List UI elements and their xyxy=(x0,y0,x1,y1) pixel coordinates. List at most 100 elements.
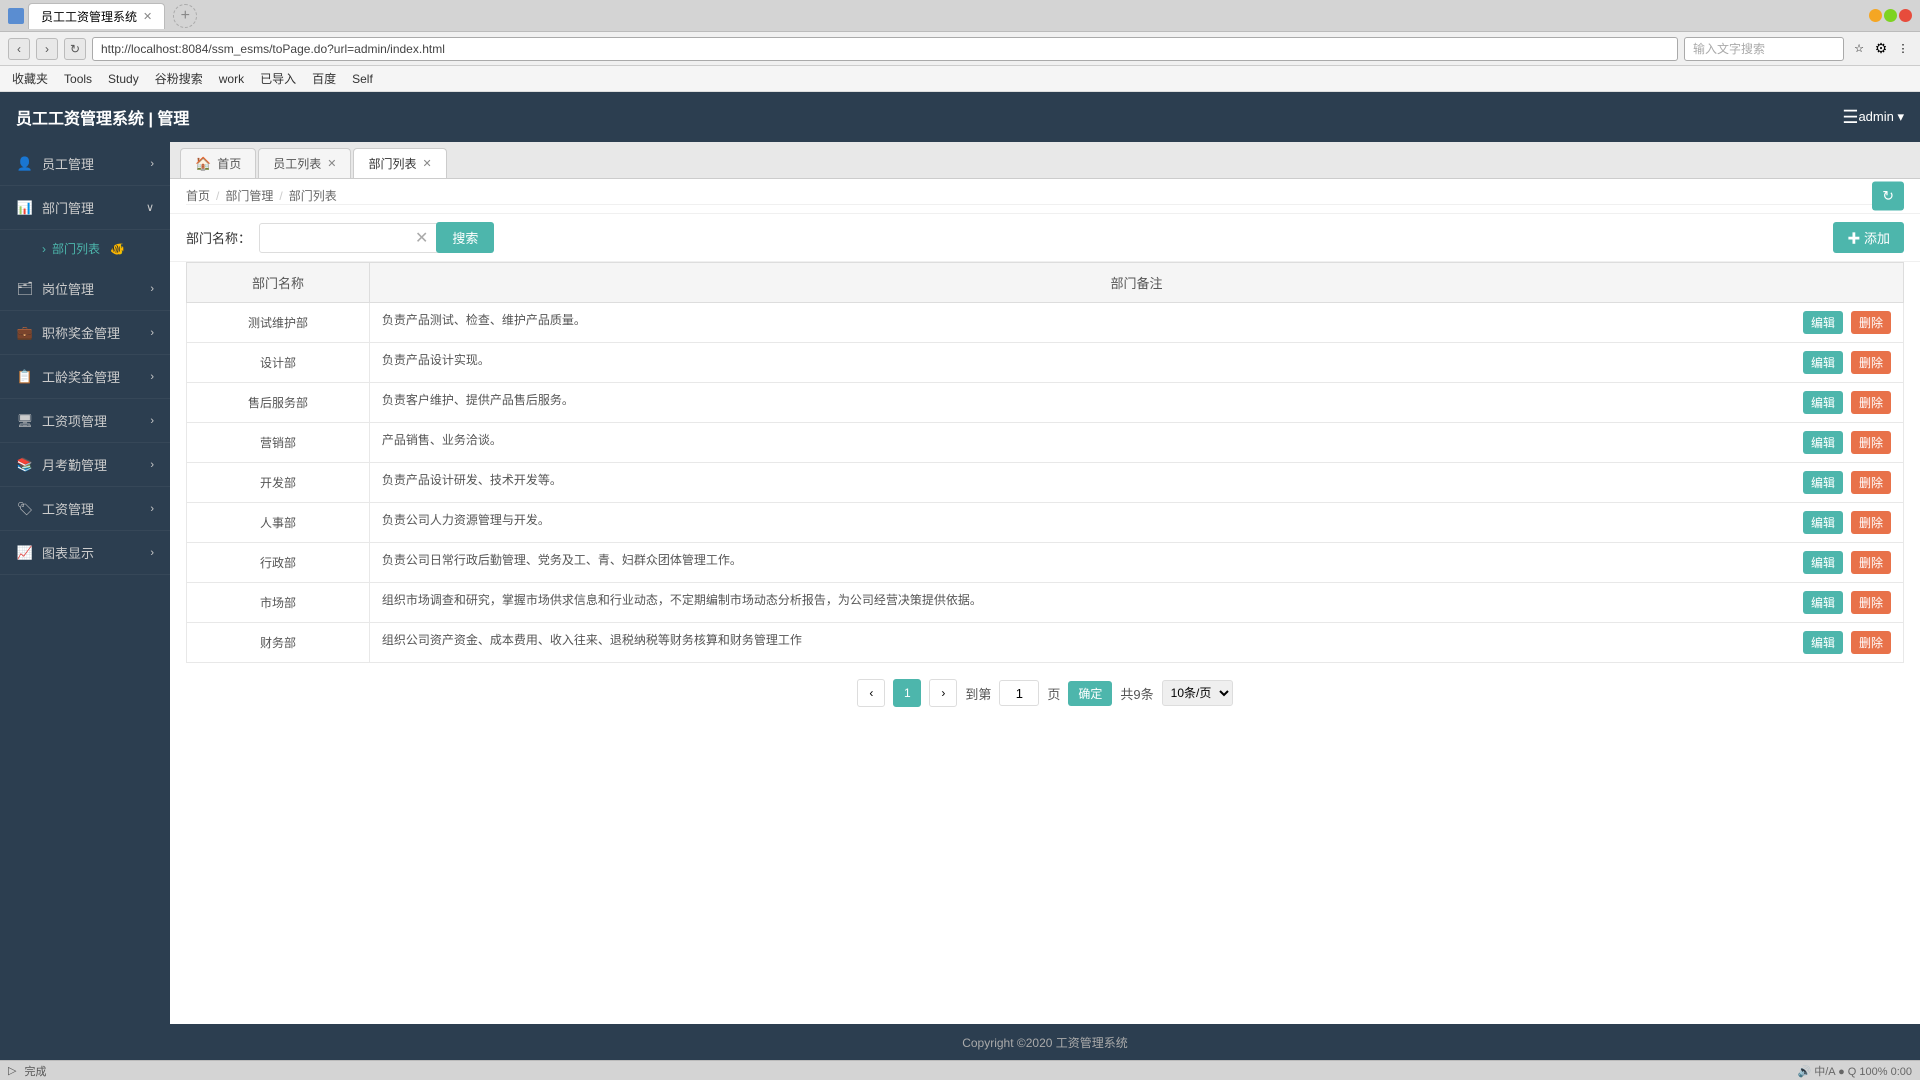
edit-button[interactable]: 编辑 xyxy=(1803,551,1843,574)
delete-button[interactable]: 删除 xyxy=(1851,471,1891,494)
bookmarks-bar: 收藏夹 Tools Study 谷粉搜索 work 已导入 百度 Self xyxy=(0,66,1920,92)
sidebar-item-position[interactable]: 🗂 岗位管理 › xyxy=(0,267,170,311)
app-tabs-bar: 🏠 首页 员工列表 ✕ 部门列表 ✕ xyxy=(170,142,1920,179)
refresh-button[interactable]: ↻ xyxy=(64,38,86,60)
hamburger-menu-icon[interactable]: ☰ xyxy=(1842,107,1858,128)
dept-note-cell: 负责公司人力资源管理与开发。编辑删除 xyxy=(369,503,1903,543)
row-actions: 编辑删除 xyxy=(1803,471,1891,494)
sidebar: 👤 员工管理 › 📊 部门管理 ∨ › 部门列表 🐠 🗂 岗位管理 › 💼 xyxy=(0,142,170,1060)
sidebar-item-age-award[interactable]: 📋 工龄奖金管理 › xyxy=(0,355,170,399)
user-menu[interactable]: admin ▾ xyxy=(1858,109,1904,125)
edit-button[interactable]: 编辑 xyxy=(1803,431,1843,454)
settings-icon[interactable]: ⚙ xyxy=(1872,40,1890,58)
edit-button[interactable]: 编辑 xyxy=(1803,351,1843,374)
app-body: 👤 员工管理 › 📊 部门管理 ∨ › 部门列表 🐠 🗂 岗位管理 › 💼 xyxy=(0,142,1920,1060)
delete-button[interactable]: 删除 xyxy=(1851,311,1891,334)
dept-note-cell: 组织市场调查和研究，掌握市场供求信息和行业动态，不定期编制市场动态分析报告，为公… xyxy=(369,583,1903,623)
per-page-select[interactable]: 10条/页 xyxy=(1162,680,1233,706)
page-label: 页 xyxy=(1047,684,1060,703)
sidebar-item-dept[interactable]: 📊 部门管理 ∨ xyxy=(0,186,170,230)
bookmark-label: Self xyxy=(352,72,373,86)
minimize-button[interactable] xyxy=(1869,9,1882,22)
delete-button[interactable]: 删除 xyxy=(1851,631,1891,654)
sidebar-item-attendance[interactable]: 📚 月考勤管理 › xyxy=(0,443,170,487)
sidebar-subitem-dept-list[interactable]: › 部门列表 🐠 xyxy=(0,230,170,267)
tab-home[interactable]: 🏠 首页 xyxy=(180,148,256,178)
url-text: http://localhost:8084/ssm_esms/toPage.do… xyxy=(101,42,445,56)
search-button[interactable]: 搜索 xyxy=(436,222,494,253)
bookmark-imported[interactable]: 已导入 xyxy=(256,68,300,89)
back-button[interactable]: ‹ xyxy=(8,38,30,60)
maximize-button[interactable] xyxy=(1884,9,1897,22)
clear-search-icon[interactable]: ✕ xyxy=(415,228,428,248)
delete-button[interactable]: 删除 xyxy=(1851,591,1891,614)
address-bar[interactable]: http://localhost:8084/ssm_esms/toPage.do… xyxy=(92,37,1678,61)
new-tab-button[interactable]: + xyxy=(173,4,197,28)
add-dept-button[interactable]: ✚ 添加 xyxy=(1833,222,1904,253)
dept-name-cell: 财务部 xyxy=(187,623,370,663)
refresh-button[interactable]: ↻ xyxy=(1872,182,1904,211)
delete-button[interactable]: 删除 xyxy=(1851,391,1891,414)
edit-button[interactable]: 编辑 xyxy=(1803,471,1843,494)
sidebar-item-salary[interactable]: 🏷 工资管理 › xyxy=(0,487,170,531)
tab-close-icon[interactable]: ✕ xyxy=(422,157,431,170)
table-row: 财务部组织公司资产资金、成本费用、收入往来、退税纳税等财务核算和财务管理工作编辑… xyxy=(187,623,1904,663)
forward-button[interactable]: › xyxy=(36,38,58,60)
sidebar-item-project-salary[interactable]: 🖥 工资项管理 › xyxy=(0,399,170,443)
dept-icon: 📊 xyxy=(16,199,34,217)
sidebar-item-chart[interactable]: 📈 图表显示 › xyxy=(0,531,170,575)
edit-button[interactable]: 编辑 xyxy=(1803,311,1843,334)
bookmark-work[interactable]: work xyxy=(215,70,248,88)
menu-dots-icon[interactable]: ⋮ xyxy=(1894,40,1912,58)
delete-button[interactable]: 删除 xyxy=(1851,511,1891,534)
bookmark-study[interactable]: Study xyxy=(104,70,143,88)
browser-tab-active[interactable]: 员工工资管理系统 ✕ xyxy=(28,3,165,29)
bookmark-google[interactable]: 谷粉搜索 xyxy=(151,68,207,89)
fish-icon: 🐠 xyxy=(110,242,125,256)
dept-name-cell: 设计部 xyxy=(187,343,370,383)
edit-button[interactable]: 编辑 xyxy=(1803,591,1843,614)
dept-note-cell: 产品销售、业务洽谈。编辑删除 xyxy=(369,423,1903,463)
browser-tab-close[interactable]: ✕ xyxy=(143,10,152,23)
star-icon[interactable]: ☆ xyxy=(1850,40,1868,58)
goto-confirm-button[interactable]: 确定 xyxy=(1068,681,1112,706)
sidebar-label: 工资管理 xyxy=(42,499,142,518)
browser-favicon xyxy=(8,8,24,24)
page-goto-input[interactable] xyxy=(999,680,1039,706)
dept-name-cell: 市场部 xyxy=(187,583,370,623)
delete-button[interactable]: 删除 xyxy=(1851,351,1891,374)
arrow-icon: › xyxy=(150,158,154,170)
sidebar-label: 工龄奖金管理 xyxy=(42,367,142,386)
table-row: 行政部负责公司日常行政后勤管理、党务及工、青、妇群众团体管理工作。编辑删除 xyxy=(187,543,1904,583)
browser-search-bar[interactable]: 输入文字搜索 xyxy=(1684,37,1844,61)
sidebar-item-title-award[interactable]: 💼 职称奖金管理 › xyxy=(0,311,170,355)
bookmark-tools[interactable]: Tools xyxy=(60,70,96,88)
tab-employee-list[interactable]: 员工列表 ✕ xyxy=(258,148,351,178)
prev-page-button[interactable]: ‹ xyxy=(857,679,885,707)
edit-button[interactable]: 编辑 xyxy=(1803,391,1843,414)
breadcrumb-dept-mgmt[interactable]: 部门管理 xyxy=(225,187,273,204)
arrow-icon: › xyxy=(150,371,154,383)
edit-button[interactable]: 编辑 xyxy=(1803,631,1843,654)
tab-close-icon[interactable]: ✕ xyxy=(327,157,336,170)
page-1-button[interactable]: 1 xyxy=(893,679,921,707)
sidebar-item-employee[interactable]: 👤 员工管理 › xyxy=(0,142,170,186)
close-window-button[interactable] xyxy=(1899,9,1912,22)
tab-dept-list[interactable]: 部门列表 ✕ xyxy=(353,148,446,178)
row-actions: 编辑删除 xyxy=(1803,631,1891,654)
home-icon: 🏠 xyxy=(195,156,211,172)
bookmark-favorites[interactable]: 收藏夹 xyxy=(8,68,52,89)
search-input[interactable] xyxy=(259,223,439,253)
dept-table: 部门名称 部门备注 测试维护部负责产品测试、检查、维护产品质量。编辑删除设计部负… xyxy=(186,262,1904,663)
app-wrapper: 员工工资管理系统 | 管理 ☰ admin ▾ 👤 员工管理 › 📊 部门管理 … xyxy=(0,92,1920,1060)
delete-button[interactable]: 删除 xyxy=(1851,431,1891,454)
next-page-button[interactable]: › xyxy=(929,679,957,707)
bookmark-self[interactable]: Self xyxy=(348,70,377,88)
arrow-icon: › xyxy=(150,459,154,471)
search-placeholder: 输入文字搜索 xyxy=(1693,40,1765,57)
delete-button[interactable]: 删除 xyxy=(1851,551,1891,574)
edit-button[interactable]: 编辑 xyxy=(1803,511,1843,534)
breadcrumb-home[interactable]: 首页 xyxy=(186,187,210,204)
bookmark-baidu[interactable]: 百度 xyxy=(308,68,340,89)
status-text: 完成 xyxy=(24,1063,46,1079)
